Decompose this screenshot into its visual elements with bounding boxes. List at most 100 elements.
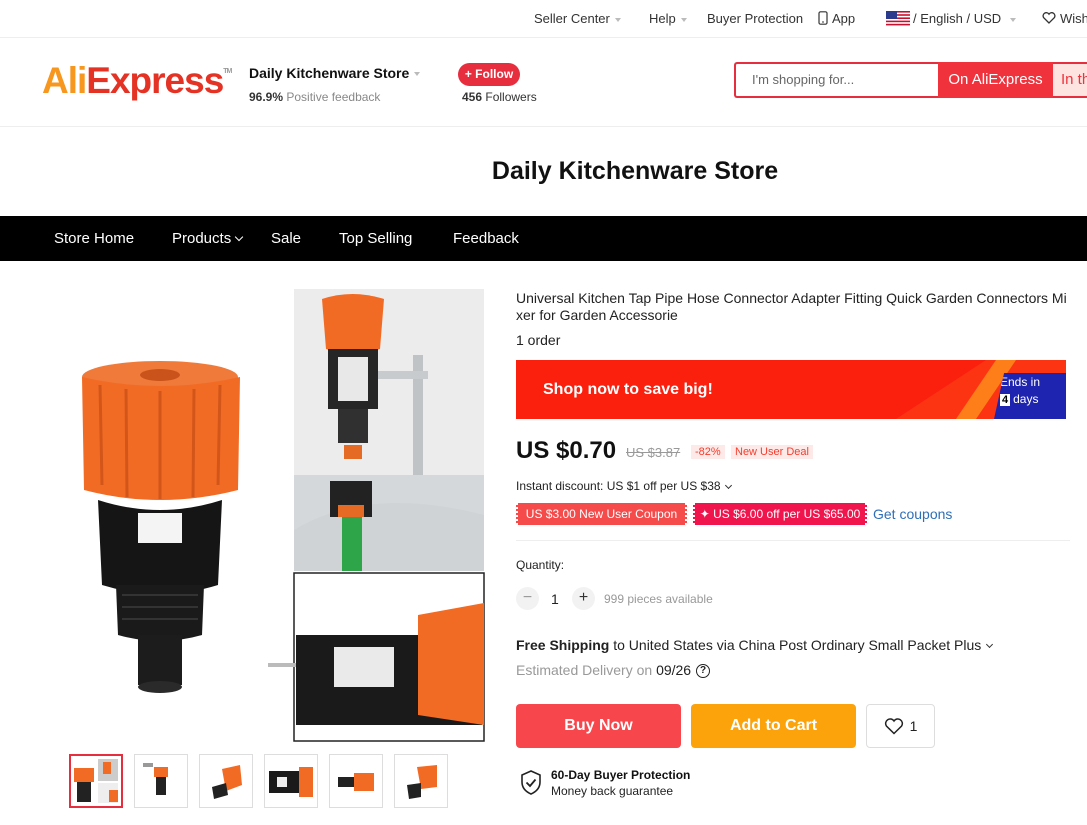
order-count: 1 order: [516, 332, 561, 348]
add-to-cart-button[interactable]: Add to Cart: [691, 704, 856, 748]
quantity-label: Quantity:: [516, 558, 565, 572]
us-flag-icon: [886, 11, 910, 26]
nav-top-selling[interactable]: Top Selling: [339, 230, 412, 247]
nav-products[interactable]: Products: [172, 230, 244, 247]
feedback-percent: 96.9%: [249, 90, 284, 104]
wishlist-button[interactable]: 1: [866, 704, 935, 748]
followers-number: 456: [462, 90, 483, 104]
heart-icon: [884, 717, 903, 735]
thumbnail-image: [338, 773, 374, 791]
product-main-image: [38, 285, 485, 745]
countdown-value: 4 days: [1000, 392, 1038, 406]
nav-products-label: Products: [172, 230, 232, 247]
shipping-method: to United States via China Post Ordinary…: [613, 637, 982, 653]
promo-countdown: Ends in 4 days: [994, 373, 1066, 419]
chevron-down-icon: [614, 17, 621, 22]
estimated-delivery: Estimated Delivery on 09/26?: [516, 662, 711, 679]
chevron-down-icon: [1010, 17, 1017, 22]
store-coupon-label: US $6.00 off per US $65.00: [713, 507, 861, 521]
chevron-down-icon: [414, 72, 421, 77]
quantity-increase-button[interactable]: +: [572, 587, 595, 610]
search-store-button[interactable]: In this store: [1053, 62, 1087, 98]
app-link[interactable]: App: [818, 11, 855, 26]
logo-part2: Express: [86, 60, 224, 101]
logo-part1: Ali: [42, 60, 87, 101]
new-user-deal-badge: New User Deal: [731, 445, 813, 459]
store-name[interactable]: Daily Kitchenware Store: [249, 65, 421, 81]
store-name-label: Daily Kitchenware Store: [249, 65, 410, 81]
new-user-coupon[interactable]: US $3.00 New User Coupon: [516, 503, 687, 525]
aliexpress-logo[interactable]: AliExpressTM: [42, 60, 232, 102]
followers-count: 456 Followers: [462, 90, 537, 104]
phone-icon: [818, 11, 828, 25]
thumbnail-1[interactable]: [69, 754, 123, 808]
thumbnail-image: [212, 765, 242, 799]
original-price: US $3.87: [626, 445, 681, 460]
nav-feedback[interactable]: Feedback: [453, 230, 519, 247]
help-link[interactable]: Help: [649, 11, 687, 26]
search-input[interactable]: I'm shopping for...: [734, 62, 938, 98]
thumbnail-2[interactable]: [134, 754, 188, 808]
nav-store-home[interactable]: Store Home: [54, 230, 134, 247]
store-banner-title: Daily Kitchenware Store: [491, 157, 779, 185]
wish-count: 1: [909, 717, 918, 734]
chevron-down-icon: [234, 232, 244, 242]
quantity-value[interactable]: 1: [551, 591, 559, 607]
heart-icon: [1042, 12, 1056, 24]
seller-center-link[interactable]: Seller Center: [534, 11, 621, 26]
promo-banner[interactable]: Shop now to save big! Ends in 4 days: [516, 360, 1066, 419]
store-nav: Store Home Products Sale Top Selling Fee…: [0, 216, 1087, 261]
wishlist-link[interactable]: Wish: [1042, 11, 1087, 26]
protection-title: 60-Day Buyer Protection: [551, 768, 691, 782]
feedback-label: Positive feedback: [286, 90, 381, 104]
store-coupon[interactable]: ✦ US $6.00 off per US $65.00: [693, 503, 867, 525]
chevron-down-icon: [986, 640, 994, 649]
thumbnail-5[interactable]: [329, 754, 383, 808]
buy-now-button[interactable]: Buy Now: [516, 704, 681, 748]
shipping-free-label: Free Shipping: [516, 637, 610, 653]
chevron-down-icon: [680, 17, 687, 22]
product-gallery[interactable]: [38, 285, 493, 745]
seller-center-label: Seller Center: [534, 11, 610, 26]
thumbnail-6[interactable]: [394, 754, 448, 808]
thumbnail-3[interactable]: [199, 754, 253, 808]
language-currency-selector[interactable]: / English / USD: [886, 11, 1017, 26]
language-label: / English / USD: [913, 11, 1002, 26]
protection-subtitle: Money back guarantee: [551, 784, 674, 798]
nav-sale[interactable]: Sale: [271, 230, 301, 247]
search-aliexpress-button[interactable]: On AliExpress: [938, 62, 1053, 98]
store-feedback: 96.9% Positive feedback: [249, 90, 380, 104]
chevron-down-icon: [724, 481, 732, 490]
thumbnail-image: [407, 765, 437, 799]
thumbnail-image: [269, 767, 313, 797]
promo-text: Shop now to save big!: [543, 381, 713, 398]
top-bar: Seller Center Help Buyer Protection App …: [0, 0, 1087, 38]
instant-discount[interactable]: Instant discount: US $1 off per US $38: [516, 479, 732, 493]
buyer-protection-link[interactable]: Buyer Protection: [707, 11, 803, 26]
thumbnail-4[interactable]: [264, 754, 318, 808]
countdown-days: 4: [1000, 394, 1011, 406]
app-label: App: [832, 11, 856, 26]
help-label: Help: [649, 11, 676, 26]
thumbnail-image: [143, 763, 168, 795]
help-icon[interactable]: ?: [696, 664, 711, 679]
thumbnail-image: [74, 759, 118, 803]
instant-discount-label: Instant discount: US $1 off per US $38: [516, 479, 721, 493]
estimated-date: 09/26: [656, 662, 692, 678]
countdown-unit: days: [1013, 392, 1039, 406]
logo-tm: TM: [223, 68, 232, 75]
shipping-info[interactable]: Free Shipping to United States via China…: [516, 637, 994, 653]
follow-button[interactable]: + Follow: [458, 63, 520, 86]
countdown-label: Ends in: [1000, 375, 1041, 389]
divider: [516, 540, 1070, 541]
wishlist-label: Wish: [1060, 11, 1087, 26]
estimated-label: Estimated Delivery on: [516, 662, 653, 678]
quantity-decrease-button[interactable]: −: [516, 587, 539, 610]
get-coupons-link[interactable]: Get coupons: [873, 506, 952, 522]
current-price: US $0.70: [516, 437, 617, 464]
shield-check-icon: [521, 770, 541, 795]
followers-label: Followers: [485, 90, 537, 104]
stock-available: 999 pieces available: [604, 592, 713, 606]
store-header: AliExpressTM Daily Kitchenware Store 96.…: [0, 38, 1087, 127]
discount-badge: -82%: [691, 445, 725, 459]
